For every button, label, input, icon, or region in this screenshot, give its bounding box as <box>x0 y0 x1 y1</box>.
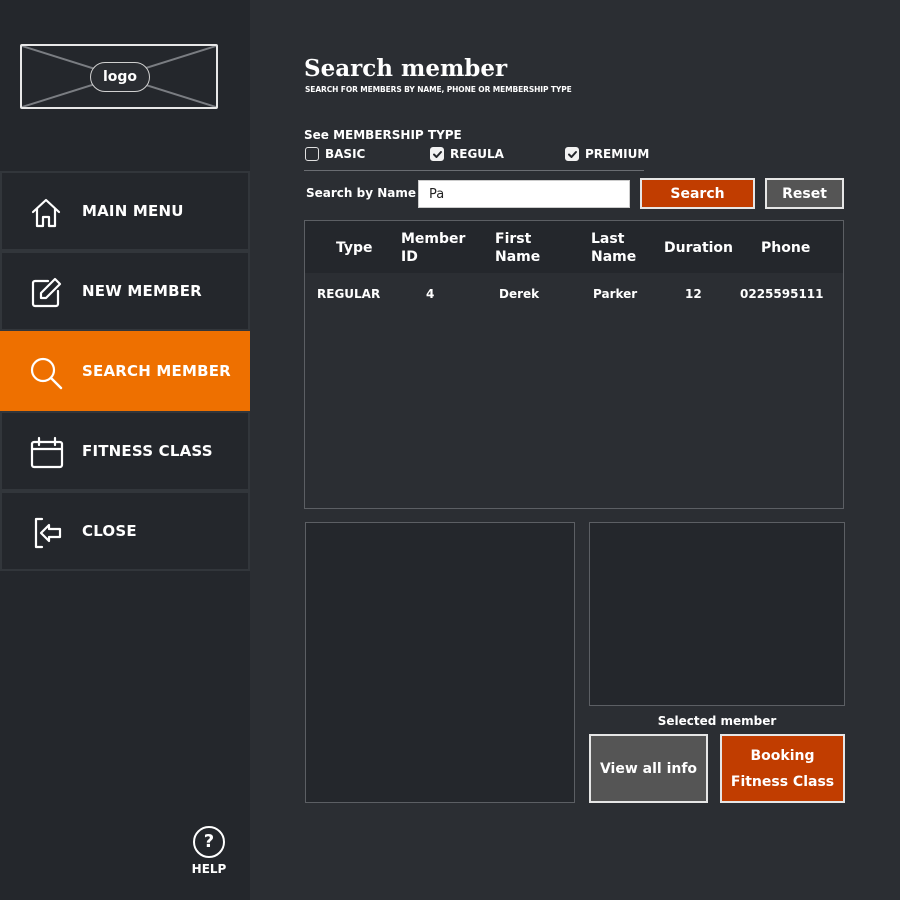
exit-icon <box>34 517 62 549</box>
booking-fitness-class-button[interactable]: Booking Fitness Class <box>720 734 845 803</box>
search-label: Search by Name <box>306 186 417 200</box>
cell-duration: 12 <box>685 287 702 301</box>
help-button[interactable]: ? HELP <box>186 826 232 876</box>
sidebar-item-search-member[interactable]: SEARCH MEMBER <box>0 331 250 411</box>
help-icon: ? <box>193 826 225 858</box>
sidebar-item-label: SEARCH MEMBER <box>82 362 231 380</box>
column-header-last-name[interactable]: Last Name <box>591 230 651 266</box>
search-icon <box>30 357 63 390</box>
calendar-icon <box>30 436 64 469</box>
cell-last-name: Parker <box>593 287 638 301</box>
logo-placeholder: logo <box>20 44 218 109</box>
checkbox-premium[interactable] <box>565 147 579 161</box>
cell-phone: 0225595111 <box>740 287 824 301</box>
results-table: Type Member ID First Name Last Name Dura… <box>304 220 844 509</box>
column-header-duration[interactable]: Duration <box>664 239 733 257</box>
table-header: Type Member ID First Name Last Name Dura… <box>305 221 843 273</box>
home-icon <box>31 198 61 228</box>
selected-member-label: Selected member <box>657 714 777 728</box>
help-label: HELP <box>191 862 227 876</box>
sidebar-item-label: FITNESS CLASS <box>82 442 213 460</box>
checkbox-label: PREMIUM <box>585 147 650 161</box>
page-subtitle: SEARCH FOR MEMBERS BY NAME, PHONE OR MEM… <box>305 85 572 94</box>
sidebar-item-new-member[interactable]: NEW MEMBER <box>0 251 250 331</box>
member-detail-panel <box>305 522 575 803</box>
checkbox-regular[interactable] <box>430 147 444 161</box>
checkmark-icon <box>432 150 442 158</box>
checkbox-label: REGULA <box>450 147 504 161</box>
cell-member-id: 4 <box>426 287 435 301</box>
sidebar: logo MAIN MENU NEW MEMBER SEARCH MEMBER … <box>0 0 250 900</box>
page-title: Search member <box>304 55 508 82</box>
sidebar-item-main-menu[interactable]: MAIN MENU <box>0 171 250 251</box>
column-header-member-id[interactable]: Member ID <box>401 230 471 266</box>
filter-premium[interactable]: PREMIUM <box>565 147 649 161</box>
sidebar-item-label: NEW MEMBER <box>82 282 202 300</box>
checkmark-icon <box>567 150 577 158</box>
search-name-input[interactable] <box>418 180 630 208</box>
view-all-info-button[interactable]: View all info <box>589 734 708 803</box>
search-button[interactable]: Search <box>640 178 755 209</box>
sidebar-item-fitness-class[interactable]: FITNESS CLASS <box>0 411 250 491</box>
checkbox-basic[interactable] <box>305 147 319 161</box>
member-photo-panel <box>589 522 845 706</box>
sidebar-item-label: MAIN MENU <box>82 202 184 220</box>
column-header-first-name[interactable]: First Name <box>495 230 555 266</box>
cell-first-name: Derek <box>499 287 540 301</box>
checkbox-label: BASIC <box>325 147 366 161</box>
edit-icon <box>31 277 62 308</box>
sidebar-item-close[interactable]: CLOSE <box>0 491 250 571</box>
cell-type: REGULAR <box>317 287 381 301</box>
filter-regular[interactable]: REGULA <box>430 147 504 161</box>
column-header-phone[interactable]: Phone <box>761 239 810 257</box>
logo-text: logo <box>90 62 150 92</box>
column-header-type[interactable]: Type <box>336 239 373 257</box>
membership-filter-title: See MEMBERSHIP TYPE <box>304 128 462 142</box>
reset-button[interactable]: Reset <box>765 178 844 209</box>
sidebar-item-label: CLOSE <box>82 522 137 540</box>
filter-divider <box>304 170 644 171</box>
filter-basic[interactable]: BASIC <box>305 147 365 161</box>
